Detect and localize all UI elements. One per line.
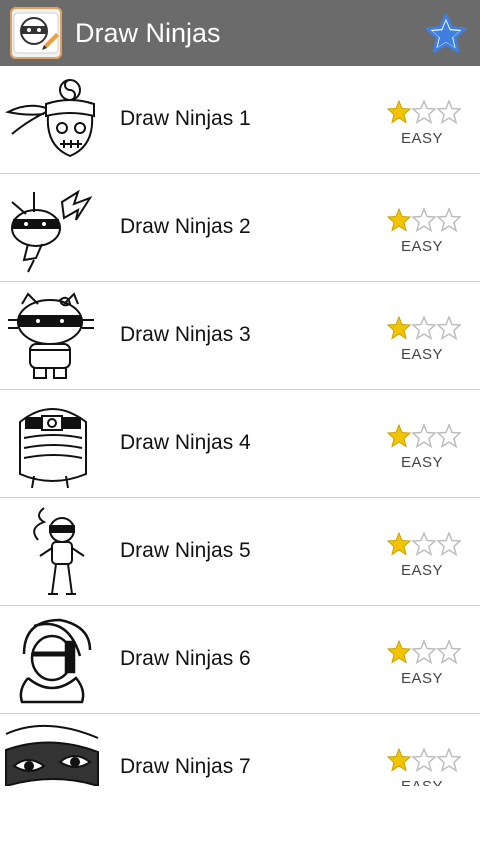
difficulty-label: EASY	[380, 778, 464, 786]
star-empty-icon	[436, 422, 462, 449]
difficulty-stars	[386, 206, 462, 233]
star-empty-icon	[436, 314, 462, 341]
drawing-list[interactable]: Draw Ninjas 1 EASY Draw Ninjas 2 EASY Dr…	[0, 66, 480, 786]
star-filled-icon	[386, 99, 412, 124]
star-empty-icon	[436, 746, 462, 773]
star-filled-icon	[386, 423, 412, 448]
star-filled-icon	[386, 747, 412, 772]
ninja-with-blade-thumbnail	[4, 614, 100, 706]
star-filled-icon	[386, 639, 412, 664]
pikachu-ninja-thumbnail	[4, 182, 100, 274]
difficulty-label: EASY	[400, 670, 444, 687]
difficulty-stars	[386, 638, 462, 665]
list-item[interactable]: Draw Ninjas 5 EASY	[0, 498, 480, 606]
star-filled-icon	[386, 315, 412, 340]
star-empty-icon	[411, 206, 437, 233]
star-empty-icon	[411, 314, 437, 341]
list-item[interactable]: Draw Ninjas 7 EASY	[0, 714, 480, 786]
difficulty-label: EASY	[400, 130, 444, 147]
item-title: Draw Ninjas 3	[120, 323, 251, 346]
item-title: Draw Ninjas 5	[120, 539, 251, 562]
star-empty-icon	[411, 746, 437, 773]
item-title: Draw Ninjas 6	[120, 647, 251, 670]
app-title: Draw Ninjas	[75, 18, 221, 48]
difficulty-label: EASY	[400, 346, 444, 363]
star-empty-icon	[436, 206, 462, 233]
difficulty-label: EASY	[400, 238, 444, 255]
difficulty-stars	[386, 422, 462, 449]
small-ninja-standing-thumbnail	[4, 506, 100, 598]
star-empty-icon	[436, 98, 462, 125]
difficulty-stars	[386, 530, 462, 557]
star-empty-icon	[411, 638, 437, 665]
difficulty-stars	[386, 98, 462, 125]
hello-kitty-ninja-thumbnail	[4, 290, 100, 382]
app-bar: Draw Ninjas	[0, 0, 480, 66]
pencil-ninja-app-icon[interactable]	[10, 7, 62, 59]
item-title: Draw Ninjas 7	[120, 755, 251, 778]
list-item[interactable]: Draw Ninjas 1 EASY	[0, 66, 480, 174]
difficulty-label: EASY	[400, 454, 444, 471]
item-title: Draw Ninjas 4	[120, 431, 251, 454]
star-empty-icon	[411, 98, 437, 125]
difficulty-stars	[386, 314, 462, 341]
ninja-skull-headband-thumbnail	[4, 74, 100, 166]
star-empty-icon	[411, 422, 437, 449]
star-filled-icon	[386, 531, 412, 556]
bottom-blank-area	[0, 786, 480, 854]
star-icon	[425, 13, 467, 53]
difficulty-label: EASY	[400, 562, 444, 579]
masked-ninja-skull-hood-thumbnail	[4, 398, 100, 490]
favorites-button[interactable]	[424, 12, 468, 56]
star-empty-icon	[436, 530, 462, 557]
list-item[interactable]: Draw Ninjas 4 EASY	[0, 390, 480, 498]
ninja-eyes-mask-thumbnail	[4, 722, 100, 786]
item-title: Draw Ninjas 2	[120, 215, 251, 238]
item-title: Draw Ninjas 1	[120, 107, 251, 130]
star-empty-icon	[411, 530, 437, 557]
list-item[interactable]: Draw Ninjas 2 EASY	[0, 174, 480, 282]
star-filled-icon	[386, 207, 412, 232]
star-empty-icon	[436, 638, 462, 665]
list-item[interactable]: Draw Ninjas 6 EASY	[0, 606, 480, 714]
list-item[interactable]: Draw Ninjas 3 EASY	[0, 282, 480, 390]
difficulty-stars	[386, 746, 462, 773]
